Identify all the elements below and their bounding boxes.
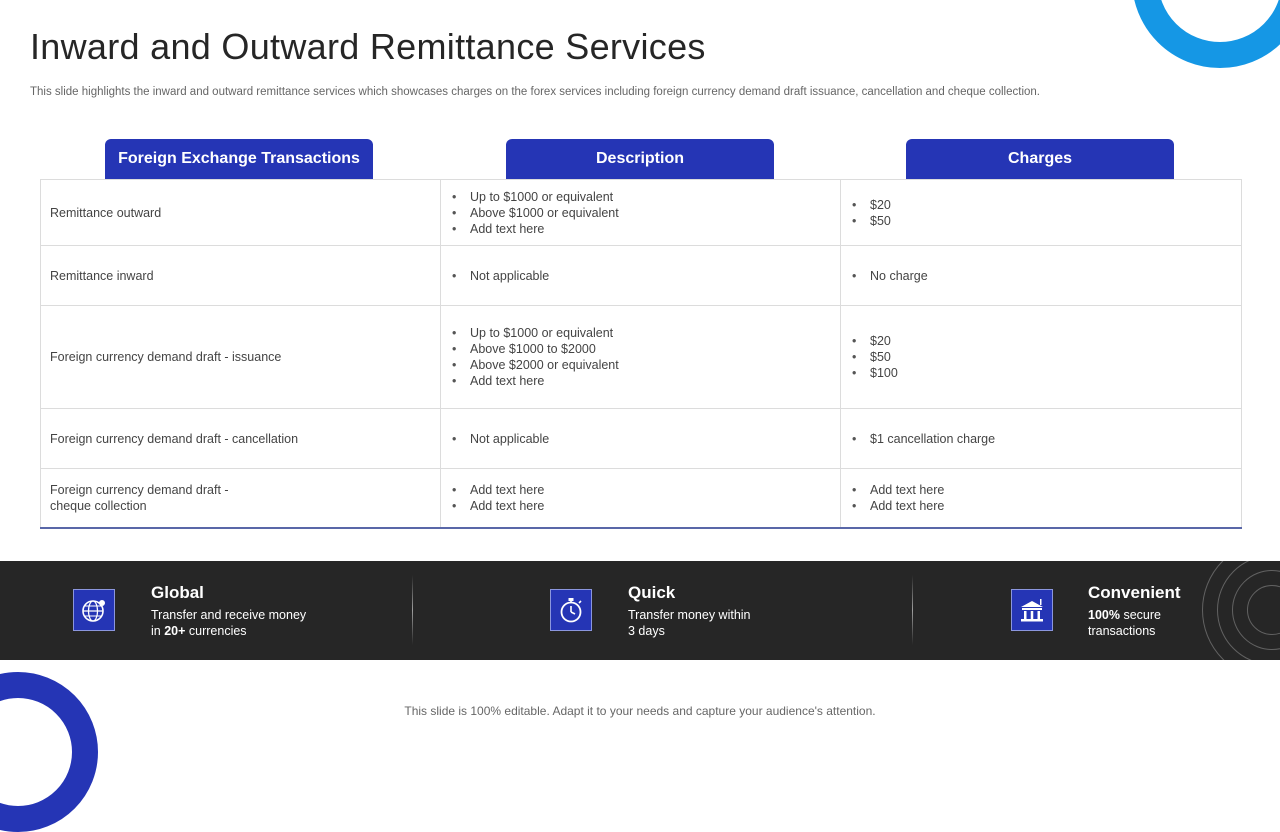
text-fragment: secure	[1119, 608, 1161, 622]
feature-title-convenient: Convenient	[1088, 583, 1181, 602]
transaction-cell: Foreign currency demand draft - cancella…	[40, 408, 441, 469]
feature-text-quick: Transfer money within 3 days	[628, 607, 751, 639]
stopwatch-icon	[550, 589, 592, 631]
transaction-label: cheque collection	[50, 498, 147, 513]
remittance-table: Remittance outward Up to $1000 or equiva…	[40, 179, 1242, 529]
list-item: Above $1000 or equivalent	[452, 205, 831, 221]
description-cell: Not applicable	[440, 245, 841, 306]
list-item: Up to $1000 or equivalent	[452, 325, 831, 341]
description-cell: Up to $1000 or equivalent Above $1000 or…	[440, 179, 841, 246]
column-header-description: Description	[506, 139, 774, 179]
text-fragment: in	[151, 624, 165, 638]
text-fragment-bold: 20+	[164, 624, 186, 638]
charges-cell: No charge	[840, 245, 1242, 306]
transaction-label: Foreign currency demand draft -	[50, 482, 229, 497]
page-title: Inward and Outward Remittance Services	[30, 26, 706, 67]
feature-line: Transfer money within	[628, 608, 751, 622]
list-item: Add text here	[852, 482, 1232, 498]
text-fragment: currencies	[185, 624, 247, 638]
transaction-cell: Remittance inward	[40, 245, 441, 306]
charges-cell: $20 $50 $100	[840, 305, 1242, 409]
band-divider	[912, 575, 913, 645]
list-item: No charge	[852, 268, 1232, 284]
feature-line: 3 days	[628, 624, 665, 638]
transaction-label: Foreign currency demand draft - cancella…	[50, 431, 299, 446]
column-header-transactions: Foreign Exchange Transactions	[105, 139, 373, 179]
feature-line: 100% secure	[1088, 607, 1161, 623]
transaction-label: Remittance outward	[50, 205, 162, 220]
list-item: $100	[852, 365, 1232, 381]
text-fragment-bold: 100%	[1088, 608, 1120, 622]
corner-arc-decoration-bottom	[0, 672, 98, 832]
page-subtitle: This slide highlights the inward and out…	[30, 86, 1040, 98]
description-cell: Not applicable	[440, 408, 841, 469]
list-item: $1 cancellation charge	[852, 431, 1232, 447]
list-item: Add text here	[852, 498, 1232, 514]
feature-text-convenient: 100% secure transactions	[1088, 607, 1161, 639]
transaction-cell: Remittance outward	[40, 179, 441, 246]
column-header-charges: Charges	[906, 139, 1174, 179]
list-item: Add text here	[452, 373, 831, 389]
table-row: Foreign currency demand draft - issuance…	[40, 305, 1242, 409]
footer-note: This slide is 100% editable. Adapt it to…	[404, 704, 876, 718]
table-row: Remittance outward Up to $1000 or equiva…	[40, 179, 1242, 246]
list-item: $20	[852, 197, 1232, 213]
list-item: $50	[852, 349, 1232, 365]
features-band: Global Transfer and receive money in 20+…	[0, 561, 1280, 660]
feature-line: transactions	[1088, 624, 1156, 638]
description-cell: Add text here Add text here	[440, 468, 841, 528]
transaction-cell: Foreign currency demand draft - issuance	[40, 305, 441, 409]
table-row: Foreign currency demand draft - cheque c…	[40, 468, 1242, 528]
feature-title-global: Global	[151, 583, 204, 602]
globe-icon	[73, 589, 115, 631]
band-divider	[412, 575, 413, 645]
charges-cell: $20 $50	[840, 179, 1242, 246]
description-cell: Up to $1000 or equivalent Above $1000 to…	[440, 305, 841, 409]
feature-title-quick: Quick	[628, 583, 676, 602]
charges-cell: $1 cancellation charge	[840, 408, 1242, 469]
list-item: Not applicable	[452, 268, 831, 284]
charges-cell: Add text here Add text here	[840, 468, 1242, 528]
list-item: $50	[852, 213, 1232, 229]
list-item: Add text here	[452, 482, 831, 498]
feature-text-global: Transfer and receive money in 20+ curren…	[151, 607, 306, 639]
list-item: Not applicable	[452, 431, 831, 447]
feature-line: Transfer and receive money	[151, 608, 307, 622]
list-item: Add text here	[452, 221, 831, 237]
list-item: Above $2000 or equivalent	[452, 357, 831, 373]
list-item: $20	[852, 333, 1232, 349]
table-row: Foreign currency demand draft - cancella…	[40, 408, 1242, 469]
list-item: Up to $1000 or equivalent	[452, 189, 831, 205]
bank-icon	[1011, 589, 1053, 631]
table-row: Remittance inward Not applicable No char…	[40, 245, 1242, 306]
feature-line: in 20+ currencies	[151, 623, 306, 639]
transaction-label: Foreign currency demand draft - issuance	[50, 350, 282, 364]
corner-arc-decoration	[1132, 0, 1280, 68]
transaction-label: Remittance inward	[50, 268, 154, 283]
transaction-cell: Foreign currency demand draft - cheque c…	[40, 468, 441, 528]
list-item: Above $1000 to $2000	[452, 341, 831, 357]
list-item: Add text here	[452, 498, 831, 514]
